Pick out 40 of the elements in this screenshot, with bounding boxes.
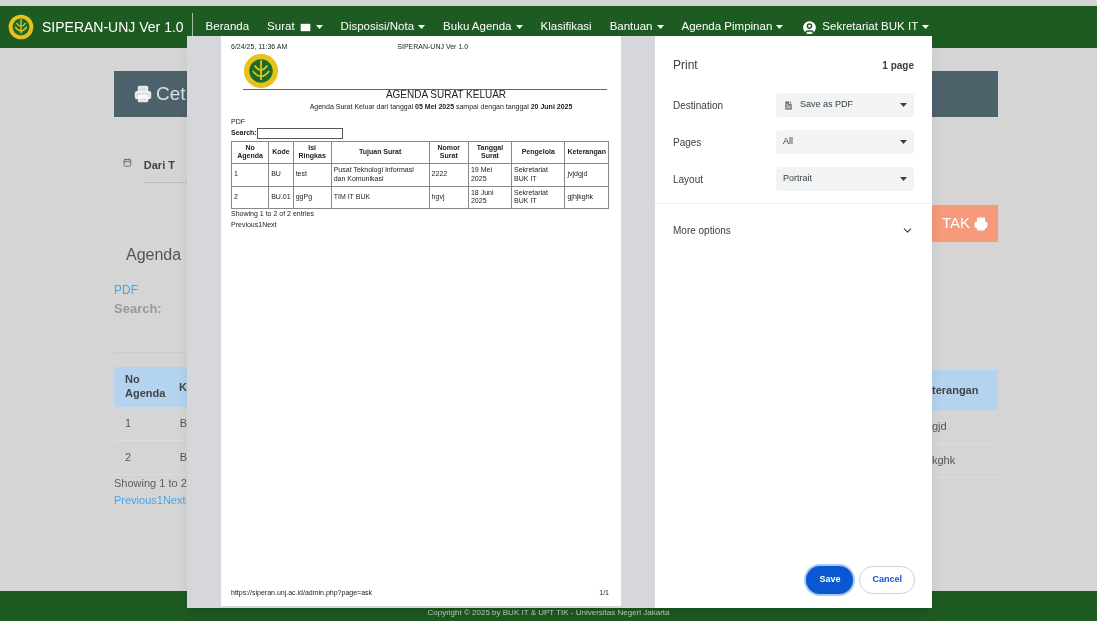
search-field[interactable] (256, 127, 343, 139)
printer-icon (974, 216, 989, 231)
nav-menu-item[interactable]: Klasifikasi (531, 6, 601, 48)
caret-icon (900, 177, 907, 181)
mail-icon (298, 20, 312, 34)
emblem-logo (8, 14, 34, 40)
column-header: No Agenda (125, 373, 167, 401)
column-header: terangan (932, 382, 979, 398)
printer-icon (134, 85, 152, 103)
setting-label: Destination (673, 98, 725, 113)
dialog-title: Print (673, 57, 698, 74)
report-title: AGENDA SURAT KELUAR (384, 87, 508, 102)
save-button[interactable]: Save (806, 566, 854, 594)
table-cell-text: gjd (932, 419, 947, 435)
footer-text: Copyright © 2025 by BUK IT & UPT TIK - Universitas Negeri Jakarta (427, 607, 670, 619)
table-info: Showing 1 to 2 (114, 476, 187, 491)
caret-icon (900, 103, 907, 107)
table-cell-text: 2 (125, 450, 133, 466)
table-cell-text: B (179, 450, 187, 466)
table-cell-text: B (179, 416, 187, 432)
emblem-logo (243, 52, 279, 89)
section-title: Agenda (126, 244, 183, 265)
select-field[interactable]: All (776, 130, 914, 154)
more-options-toggle[interactable]: More options (655, 204, 932, 256)
column-header: K (179, 379, 187, 395)
table-cell-text: kghk (932, 453, 956, 469)
page-count: 1 page (882, 58, 914, 73)
nav-menu-item[interactable]: Agenda Pimpinan (672, 6, 793, 48)
setting-label: Layout (673, 172, 705, 187)
file-icon (783, 99, 794, 111)
nav-menu-item[interactable]: Bantuan (600, 6, 673, 48)
caret-icon (900, 140, 907, 144)
setting-label: Pages (673, 135, 703, 150)
header-bar (932, 71, 998, 117)
search-label: Search: (114, 299, 163, 318)
print-button[interactable]: Cet (114, 71, 187, 117)
table-cell-text: 1 (125, 416, 133, 432)
select-field[interactable]: Portrait (776, 167, 914, 191)
select-field[interactable]: Save as PDF (776, 93, 914, 117)
brand-title[interactable]: SIPERAN-UNJ Ver 1.0 (42, 16, 192, 38)
